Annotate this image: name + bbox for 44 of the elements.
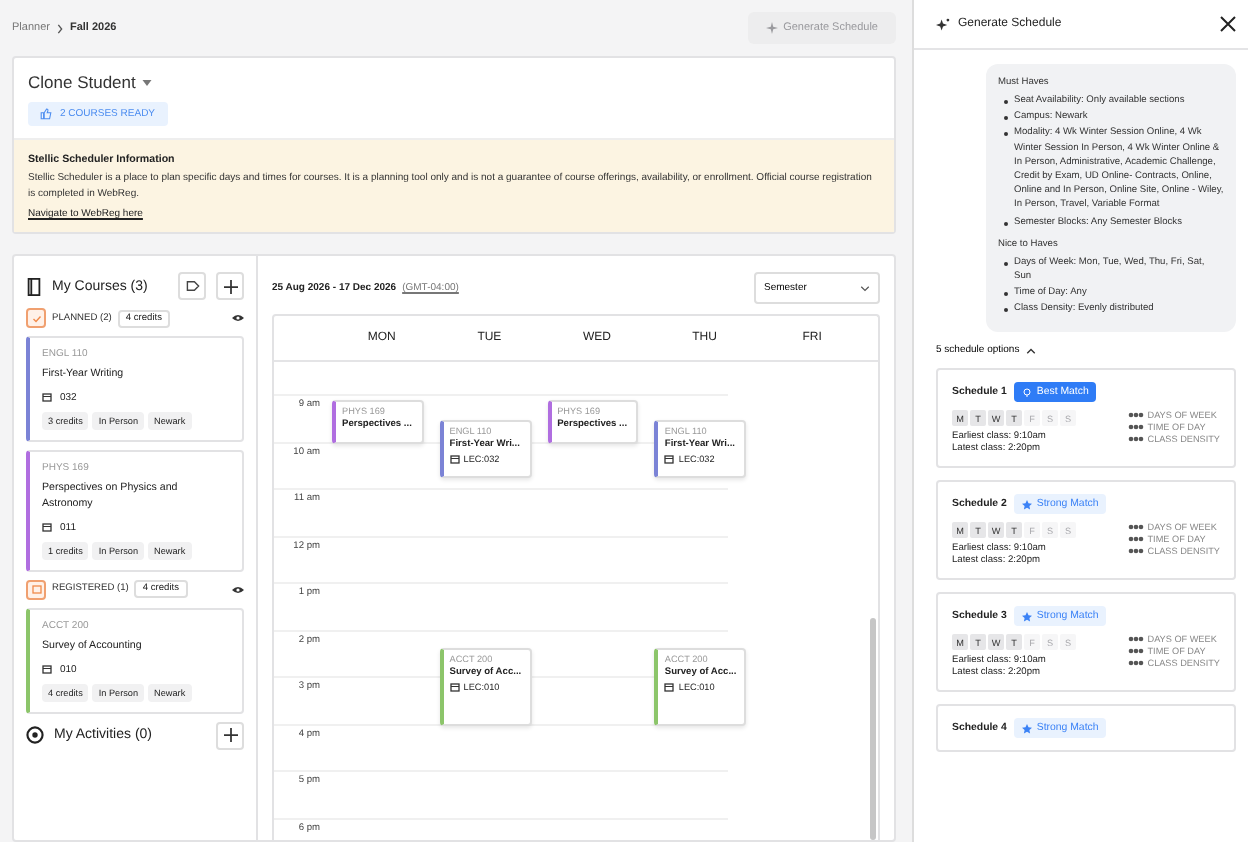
star-icon [1022,611,1033,622]
dots-icon [1127,536,1144,543]
dots-icon [1127,548,1144,555]
calendar-icon [664,681,675,692]
eye-icon [232,314,244,322]
calendar-icon [42,522,52,533]
sparkle-icon [765,22,778,34]
calendar-icon [42,392,52,403]
sparkle-icon [936,17,950,31]
lightbulb-icon [1022,387,1033,398]
thumbs-up-icon [40,108,52,120]
check-icon [31,313,41,323]
dots-icon [1127,412,1144,419]
star-icon [1022,499,1033,510]
dots-icon [1127,660,1144,667]
chevron-down-icon [860,285,870,291]
tag-button[interactable] [178,272,206,300]
plus-icon [223,279,237,293]
add-button[interactable] [216,272,244,300]
close-icon [1220,16,1236,32]
book-icon [26,277,42,295]
dots-icon [1127,436,1144,443]
caret-icon [141,79,152,85]
add-button[interactable] [216,721,244,750]
chevron-icon [1025,347,1036,354]
dots-icon [1127,524,1144,531]
dots-icon [1127,648,1144,655]
star-icon [1022,723,1033,734]
eye-icon [232,585,244,594]
activity-icon [26,726,44,745]
calendar-icon [42,664,52,675]
chevron-right-icon [55,23,64,33]
visibility-toggle[interactable] [232,314,244,322]
calendar-icon [31,584,41,595]
calendar-icon [664,454,675,465]
visibility-toggle[interactable] [232,585,244,594]
student-dropdown[interactable]: Clone Student [28,72,152,92]
plus-icon [223,728,237,743]
calendar-icon [449,681,460,692]
dots-icon [1127,424,1144,431]
tag-icon [185,280,199,292]
calendar-icon [449,454,460,465]
close-button[interactable] [1220,16,1236,32]
dots-icon [1127,636,1144,643]
